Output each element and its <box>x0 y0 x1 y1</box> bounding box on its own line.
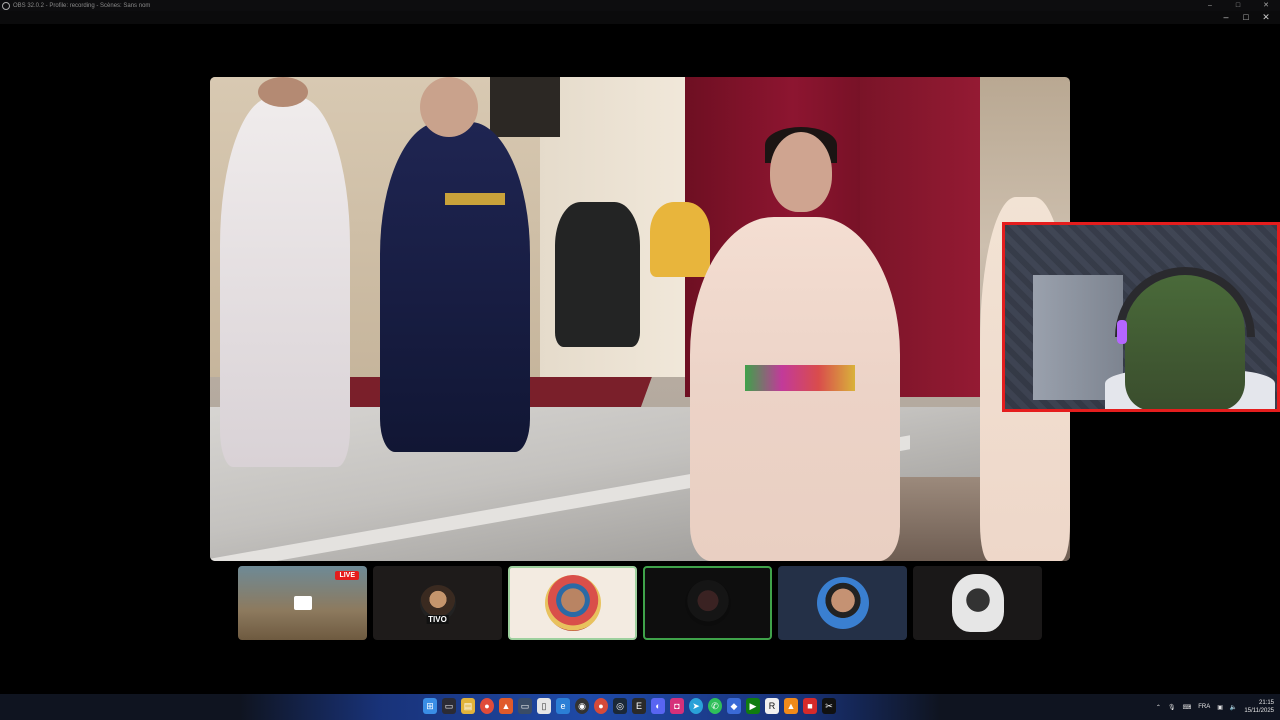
window-title: OBS 32.0.2 - Profile: recording - Scènes… <box>13 2 151 9</box>
gamepass-icon[interactable]: ▶ <box>746 698 760 714</box>
edge-icon[interactable]: e <box>556 698 570 714</box>
title-bar: OBS 32.0.2 - Profile: recording - Scènes… <box>0 0 1280 11</box>
scene-coat <box>555 202 640 347</box>
desktop-icon[interactable]: ▭ <box>518 698 532 714</box>
vpn-icon[interactable]: ◆ <box>727 698 741 714</box>
maximize-button[interactable]: □ <box>1224 0 1252 11</box>
person-head <box>258 77 308 107</box>
discord-icon[interactable]: ◐ <box>651 698 665 714</box>
instagram-icon[interactable]: ◘ <box>670 698 684 714</box>
avatar <box>544 575 601 631</box>
headset-light <box>1117 320 1127 344</box>
inner-minimize-button[interactable]: – <box>1216 11 1236 24</box>
volume-icon[interactable]: 🔈 <box>1230 704 1237 711</box>
vlc-icon[interactable]: ▲ <box>784 698 798 714</box>
microphone-icon[interactable]: 🎙 <box>1168 704 1176 711</box>
clock-date: 15/11/2025 <box>1244 708 1274 714</box>
tile-tivo[interactable]: TIVO <box>373 566 502 640</box>
colorful-belt <box>745 365 855 391</box>
minimize-button[interactable]: – <box>1196 0 1224 11</box>
tile-avatar-6[interactable] <box>913 566 1042 640</box>
steam-icon[interactable]: ◎ <box>613 698 627 714</box>
telegram-icon[interactable]: ➤ <box>689 698 703 714</box>
screen-share-icon <box>293 596 312 610</box>
gold-belt <box>445 193 505 205</box>
person-head <box>420 77 478 137</box>
tile-screen-share[interactable]: LIVE <box>238 566 367 640</box>
avatar <box>951 574 1004 632</box>
tile-avatar-4[interactable] <box>643 566 772 640</box>
participant-tiles: LIVE TIVO <box>238 566 1042 640</box>
tile-avatar-3[interactable] <box>508 566 637 640</box>
scene-frame <box>490 77 560 137</box>
avatar <box>684 580 731 626</box>
inner-title-bar: – □ ✕ <box>0 11 1280 24</box>
language-indicator[interactable]: FRA <box>1198 704 1210 710</box>
person-navy-dress <box>380 122 530 452</box>
window-controls: – □ ✕ <box>1196 0 1280 11</box>
scene-chair <box>650 202 710 277</box>
taskbar-icons: ⊞ ▭ ▤ ● ▲ ▭ ▯ e ◉ ● ◎ E ◐ ◘ ➤ ✆ ◆ ▶ R ▲ … <box>423 698 836 714</box>
webcam-overlay[interactable] <box>1002 222 1280 412</box>
network-icon[interactable]: ▣ <box>1217 704 1223 711</box>
system-tray: ⌃ 🎙 ⌨ FRA ▣ 🔈 21:15 15/11/2025 <box>1156 694 1274 720</box>
taskbar: ⊞ ▭ ▤ ● ▲ ▭ ▯ e ◉ ● ◎ E ◐ ◘ ➤ ✆ ◆ ▶ R ▲ … <box>0 694 1280 720</box>
live-badge: LIVE <box>335 571 359 580</box>
inner-close-button[interactable]: ✕ <box>1256 11 1276 24</box>
whatsapp-icon[interactable]: ✆ <box>708 698 722 714</box>
rockstar-icon[interactable]: R <box>765 698 779 714</box>
files-icon[interactable]: ▯ <box>537 698 551 714</box>
tile-avatar-5[interactable] <box>778 566 907 640</box>
close-button[interactable]: ✕ <box>1252 0 1280 11</box>
avatar-label: TIVO <box>426 615 449 624</box>
obs-icon[interactable]: ◉ <box>575 698 589 714</box>
chrome-icon[interactable]: ● <box>480 698 494 714</box>
windows-start-icon[interactable]: ⊞ <box>423 698 437 714</box>
brave-icon[interactable]: ▲ <box>499 698 513 714</box>
chrome-alt-icon[interactable]: ● <box>594 698 608 714</box>
file-explorer-icon[interactable]: ▤ <box>461 698 475 714</box>
person-head <box>770 132 832 212</box>
main-video-feed[interactable] <box>210 77 1070 561</box>
avatar: TIVO <box>419 585 456 624</box>
person-white-dress <box>220 97 350 467</box>
obs-app-icon <box>2 1 10 10</box>
inner-maximize-button[interactable]: □ <box>1236 11 1256 24</box>
red-app-icon[interactable]: ■ <box>803 698 817 714</box>
keyboard-icon[interactable]: ⌨ <box>1183 704 1192 711</box>
clock[interactable]: 21:15 15/11/2025 <box>1244 699 1274 715</box>
capcut-icon[interactable]: ✂ <box>822 698 836 714</box>
task-view-icon[interactable]: ▭ <box>442 698 456 714</box>
epic-icon[interactable]: E <box>632 698 646 714</box>
chevron-up-icon[interactable]: ⌃ <box>1156 704 1161 711</box>
clock-time: 21:15 <box>1258 700 1274 706</box>
avatar <box>816 577 869 629</box>
